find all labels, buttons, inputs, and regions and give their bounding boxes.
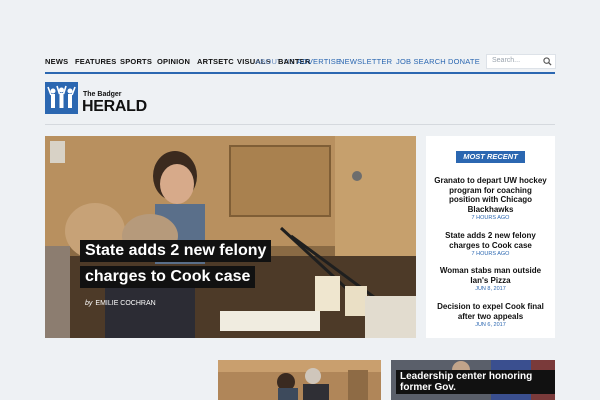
most-recent-sidebar: MOST RECENT Granato to depart UW hockey … (426, 136, 555, 338)
hero-photo (45, 136, 416, 338)
most-recent-item[interactable]: Granato to depart UW hockey program for … (434, 176, 547, 221)
nav-job-search[interactable]: JOB SEARCH (396, 57, 446, 66)
nav-sports[interactable]: SPORTS (120, 57, 152, 66)
logo-text-big: HERALD (82, 98, 147, 115)
story-card[interactable] (218, 360, 381, 400)
byline-author[interactable]: EMILIE COCHRAN (95, 300, 155, 307)
nav-features[interactable]: FEATURES (75, 57, 116, 66)
hero-byline: by EMILIE COCHRAN (85, 300, 156, 307)
search-input[interactable]: Search... (486, 54, 556, 69)
nav-newsletter[interactable]: NEWSLETTER (339, 57, 392, 66)
most-recent-title[interactable]: Decision to expel Cook final after two a… (434, 302, 547, 321)
logo-badge (45, 82, 78, 114)
story-card[interactable]: Leadership center honoring former Gov. (391, 360, 555, 400)
most-recent-item[interactable]: Decision to expel Cook final after two a… (434, 302, 547, 328)
nav-news[interactable]: NEWS (45, 57, 68, 66)
most-recent-date: 7 HOURS AGO (471, 251, 510, 257)
most-recent-title[interactable]: Granato to depart UW hockey program for … (434, 176, 547, 214)
most-recent-title[interactable]: State adds 2 new felony charges to Cook … (434, 231, 547, 250)
badger-figures-icon (47, 85, 76, 108)
hero-story[interactable]: State adds 2 new felony charges to Cook … (45, 136, 416, 338)
nav-artsetc[interactable]: ARTSETC (197, 57, 234, 66)
nav-advertise[interactable]: ADVERTISE (297, 57, 341, 66)
most-recent-date: JUN 8, 2017 (475, 286, 506, 292)
byline-prefix: by (85, 300, 93, 307)
nav-divider (45, 72, 555, 74)
logo-text-small: The Badger (83, 91, 122, 98)
most-recent-date: JUN 6, 2017 (475, 322, 506, 328)
main-nav: NEWS FEATURES SPORTS OPINION ARTSETC VIS… (45, 53, 556, 71)
story-card-photo (218, 360, 381, 400)
hero-headline[interactable]: State adds 2 new felony charges to Cook … (80, 240, 380, 292)
header-divider (45, 124, 555, 125)
nav-opinion[interactable]: OPINION (157, 57, 190, 66)
most-recent-date: 7 HOURS AGO (471, 215, 510, 221)
hero-headline-line-2[interactable]: charges to Cook case (80, 266, 256, 288)
most-recent-item[interactable]: State adds 2 new felony charges to Cook … (434, 231, 547, 257)
nav-donate[interactable]: DONATE (448, 57, 480, 66)
most-recent-badge: MOST RECENT (456, 151, 525, 163)
site-logo[interactable]: The Badger HERALD (45, 82, 147, 116)
search-icon[interactable] (543, 57, 552, 66)
hero-headline-line-1[interactable]: State adds 2 new felony (80, 240, 272, 262)
search-placeholder: Search... (492, 57, 521, 64)
story-card-headline[interactable]: Leadership center honoring former Gov. (396, 370, 555, 394)
most-recent-item[interactable]: Woman stabs man outside Ian's Pizza JUN … (434, 266, 547, 292)
most-recent-title[interactable]: Woman stabs man outside Ian's Pizza (434, 266, 547, 285)
